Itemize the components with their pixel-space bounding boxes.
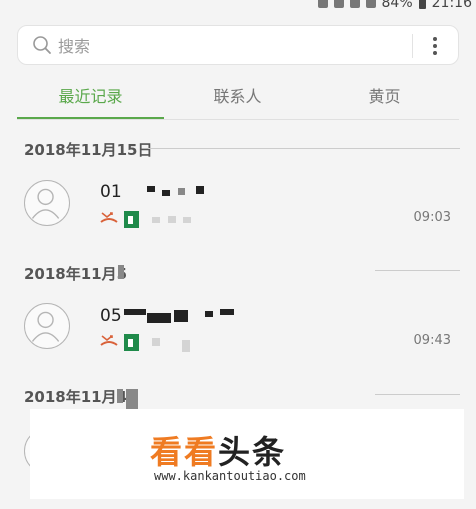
redacted-block (168, 216, 176, 223)
tab-bar: 最近记录 联系人 黄页 (17, 80, 459, 120)
redacted-block (126, 389, 138, 409)
sim-icon (124, 334, 139, 351)
redacted-block (162, 190, 170, 196)
redacted-block (152, 338, 160, 346)
redacted-block (117, 389, 123, 403)
redacted-block (220, 309, 234, 315)
redacted-block (183, 217, 191, 223)
date-header: 2018年11月5 (24, 265, 128, 283)
clock: 21:16 (431, 0, 472, 11)
missed-call-icon (100, 335, 118, 346)
signal-icon (365, 0, 376, 8)
call-time: 09:03 (413, 210, 451, 225)
call-time: 09:43 (413, 333, 451, 348)
tab-divider (17, 119, 459, 120)
redacted-block (196, 186, 204, 194)
avatar (24, 180, 70, 226)
redacted-block (205, 311, 213, 317)
tab-recent[interactable]: 最近记录 (17, 80, 164, 118)
status-icons: 84% 21:16 (317, 0, 472, 11)
section-divider (375, 394, 460, 395)
person-icon (31, 188, 60, 219)
watermark-logo: 看看头条 (150, 433, 287, 471)
redacted-block (147, 313, 171, 323)
search-input[interactable] (58, 35, 398, 57)
watermark-overlay: 看看头条 www.kankantoutiao.com (30, 409, 464, 499)
mute-icon (333, 0, 344, 8)
section-divider (148, 148, 460, 149)
tab-yellow-pages[interactable]: 黄页 (311, 80, 458, 118)
more-options-icon[interactable] (428, 34, 442, 58)
redacted-block (174, 310, 188, 322)
search-icon (33, 36, 51, 54)
nfc-icon (317, 0, 328, 8)
missed-call-icon (100, 212, 118, 223)
status-bar: 84% 21:16 (0, 0, 476, 14)
redacted-block (118, 265, 124, 279)
phone-number: 05 (100, 306, 122, 326)
search-divider (412, 34, 413, 58)
search-bar[interactable] (17, 25, 459, 65)
date-header: 2018年11月15日 (24, 141, 153, 159)
phone-number: 01 (100, 182, 122, 202)
redacted-block (124, 309, 146, 315)
redacted-block (182, 340, 190, 352)
person-icon (31, 311, 60, 342)
watermark-url: www.kankantoutiao.com (154, 469, 306, 483)
redacted-block (178, 188, 185, 195)
tab-contacts[interactable]: 联系人 (164, 80, 311, 118)
redacted-block (152, 217, 160, 223)
section-divider (375, 270, 460, 271)
sim-icon (124, 211, 139, 228)
avatar (24, 303, 70, 349)
wifi-icon (349, 0, 360, 8)
redacted-block (147, 186, 155, 192)
battery-icon (418, 0, 426, 9)
battery-percent: 84% (381, 0, 413, 11)
date-header: 2018年11月4 (24, 388, 128, 406)
